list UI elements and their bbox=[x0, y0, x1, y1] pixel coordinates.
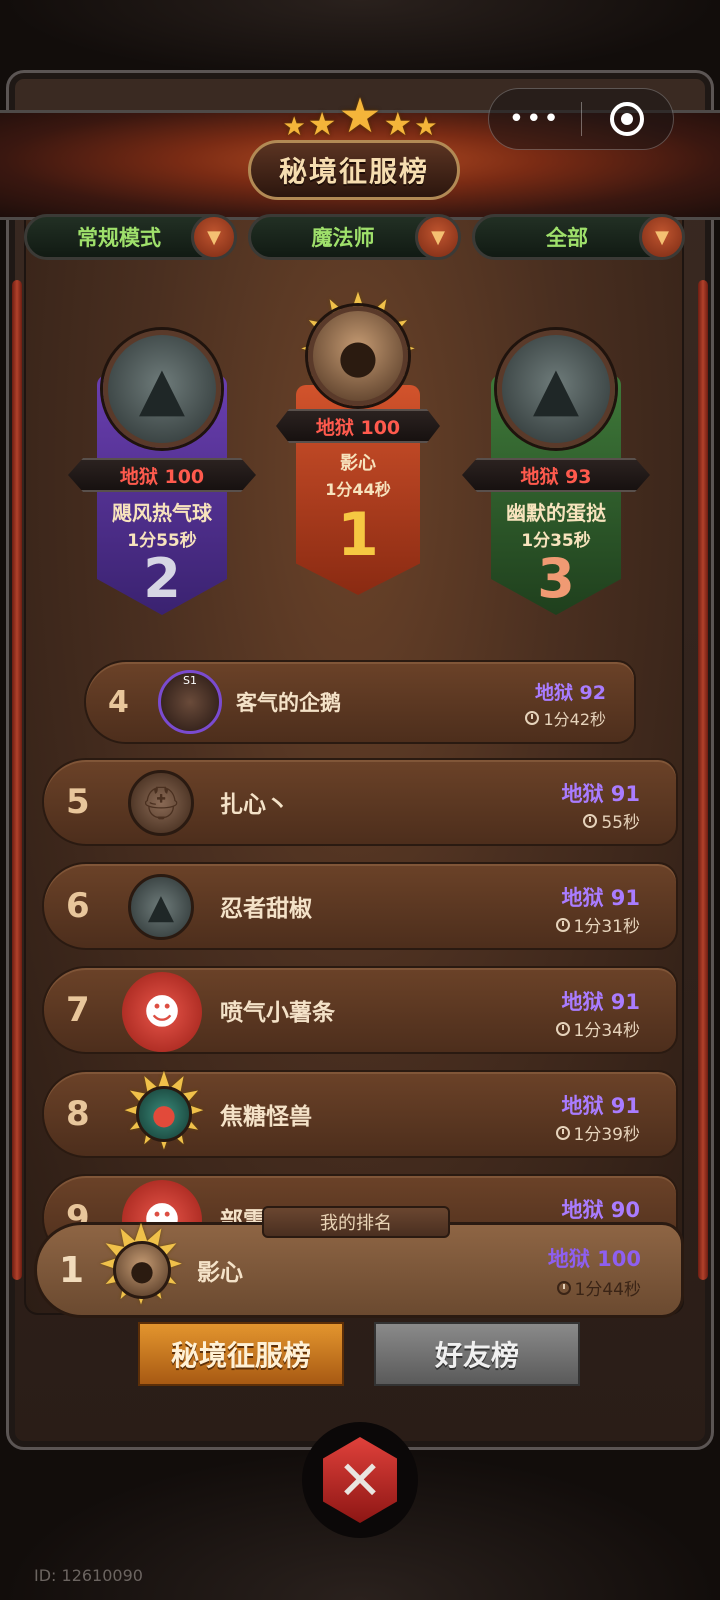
row-time: 1分42秒 bbox=[525, 706, 606, 730]
user-id-text: ID: 12610090 bbox=[34, 1566, 143, 1585]
clock-icon bbox=[556, 1280, 571, 1295]
row-name: 焦糖怪兽 bbox=[220, 1104, 312, 1130]
player-name: 影心 bbox=[340, 453, 376, 474]
monster-icon: ● bbox=[151, 1097, 177, 1131]
row-rank: 6 bbox=[66, 886, 90, 926]
avatar: ▲ bbox=[497, 330, 615, 448]
wizard-hat-icon: ▲ bbox=[138, 354, 186, 424]
clock-icon bbox=[555, 917, 570, 932]
close-button[interactable]: ✕ bbox=[323, 1437, 397, 1523]
row-rank: 1 bbox=[59, 1249, 85, 1291]
row-difficulty: 地狱 92 bbox=[534, 682, 606, 704]
scope-filter-dropdown[interactable]: 全部 ▼ bbox=[472, 214, 685, 260]
row-difficulty: 地狱 91 bbox=[561, 1094, 640, 1118]
avatar: ● bbox=[308, 306, 408, 406]
row-difficulty: 地狱 90 bbox=[561, 1198, 640, 1222]
list-item[interactable]: 7 ☻ 喷气小薯条 地狱 91 1分34秒 bbox=[42, 966, 678, 1054]
wizard-hat-icon: ▲ bbox=[532, 354, 580, 424]
close-miniprogram-button[interactable] bbox=[582, 102, 674, 136]
clear-time: 1分44秒 bbox=[325, 480, 391, 499]
row-time: 1分39秒 bbox=[555, 1120, 640, 1145]
row-rank: 5 bbox=[66, 782, 90, 822]
tomato-monster-icon: ☻ bbox=[143, 991, 181, 1033]
row-difficulty: 地狱 91 bbox=[561, 886, 640, 910]
avatar: ● bbox=[136, 1086, 192, 1142]
difficulty-ribbon: 地狱 93 bbox=[462, 458, 650, 492]
row-time: 1分34秒 bbox=[555, 1016, 640, 1041]
rank-number: 1 bbox=[337, 500, 379, 570]
target-icon bbox=[610, 102, 645, 136]
player-name: 幽默的蛋挞 bbox=[506, 501, 606, 525]
list-item[interactable]: 4 S1 客气的企鹅 地狱 92 1分42秒 bbox=[84, 660, 636, 744]
clock-icon bbox=[555, 1021, 570, 1036]
rank-number: 2 bbox=[143, 547, 181, 610]
row-difficulty: 地狱 91 bbox=[561, 782, 640, 806]
season-badge: S1 bbox=[183, 674, 197, 687]
right-red-bar bbox=[698, 280, 708, 1280]
list-item[interactable]: 6 ▲ 忍者甜椒 地狱 91 1分31秒 bbox=[42, 862, 678, 950]
avatar: ▲ bbox=[128, 874, 194, 940]
difficulty-ribbon: 地狱 100 bbox=[276, 409, 440, 443]
star-icon: ★ bbox=[282, 112, 306, 142]
portrait-icon: ● bbox=[337, 329, 379, 383]
player-name: 飓风热气球 bbox=[112, 501, 212, 525]
mode-filter-dropdown[interactable]: 常规模式 ▼ bbox=[24, 214, 237, 260]
star-icon: ★ bbox=[338, 88, 382, 144]
dropdown-arrow-icon: ▼ bbox=[415, 214, 461, 260]
scope-filter-label: 全部 bbox=[546, 226, 588, 250]
row-name: 扎心丶 bbox=[220, 792, 289, 818]
row-difficulty: 地狱 91 bbox=[561, 990, 640, 1014]
clock-icon bbox=[555, 1125, 570, 1140]
helmet-icon: ⛑ bbox=[140, 784, 182, 822]
row-name: 影心 bbox=[197, 1260, 243, 1286]
tab-conquest-board[interactable]: 秘境征服榜 bbox=[138, 1322, 344, 1386]
row-rank: 8 bbox=[66, 1094, 90, 1134]
row-rank: 7 bbox=[66, 990, 90, 1030]
row-time: 1分44秒 bbox=[556, 1275, 641, 1300]
rank-number: 3 bbox=[537, 547, 575, 610]
avatar: ▲ bbox=[103, 330, 221, 448]
avatar: ● bbox=[113, 1241, 171, 1299]
tab-friends-board[interactable]: 好友榜 bbox=[374, 1322, 580, 1386]
page-title: 秘境征服榜 bbox=[248, 140, 460, 200]
star-row: ★ ★ ★ ★ ★ bbox=[268, 92, 452, 140]
avatar: ⛑ bbox=[128, 770, 194, 836]
mode-filter-label: 常规模式 bbox=[77, 226, 161, 250]
left-red-bar bbox=[12, 280, 22, 1280]
clock-icon bbox=[583, 813, 598, 828]
difficulty-ribbon: 地狱 100 bbox=[68, 458, 256, 492]
row-rank: 4 bbox=[108, 684, 129, 720]
star-icon: ★ bbox=[307, 105, 337, 143]
wizard-hat-icon: ▲ bbox=[147, 887, 175, 927]
list-item[interactable]: 8 ✹ ● 焦糖怪兽 地狱 91 1分39秒 bbox=[42, 1060, 678, 1164]
class-filter-label: 魔法师 bbox=[311, 226, 375, 250]
avatar: S1 bbox=[158, 670, 222, 734]
list-item[interactable]: 5 ⛑ 扎心丶 地狱 91 55秒 bbox=[42, 758, 678, 846]
row-time: 55秒 bbox=[583, 808, 640, 833]
close-button-wrap: ✕ bbox=[302, 1422, 418, 1538]
avatar: ☻ bbox=[122, 972, 202, 1052]
top-background bbox=[0, 0, 720, 80]
class-filter-dropdown[interactable]: 魔法师 ▼ bbox=[248, 214, 461, 260]
star-icon: ★ bbox=[383, 105, 413, 143]
my-rank-label: 我的排名 bbox=[262, 1206, 450, 1238]
close-icon: ✕ bbox=[337, 1448, 383, 1512]
star-icon: ★ bbox=[414, 112, 438, 142]
row-name: 忍者甜椒 bbox=[220, 896, 312, 922]
capsule-menu: ••• bbox=[488, 88, 674, 150]
more-menu-button[interactable]: ••• bbox=[489, 106, 581, 132]
row-time: 1分31秒 bbox=[555, 912, 640, 937]
clock-icon bbox=[525, 711, 540, 725]
portrait-icon: ● bbox=[129, 1253, 155, 1287]
row-difficulty: 地狱 100 bbox=[547, 1247, 641, 1271]
row-name: 客气的企鹅 bbox=[236, 691, 341, 715]
row-name: 喷气小薯条 bbox=[220, 1000, 335, 1026]
dropdown-arrow-icon: ▼ bbox=[191, 214, 237, 260]
dropdown-arrow-icon: ▼ bbox=[639, 214, 685, 260]
